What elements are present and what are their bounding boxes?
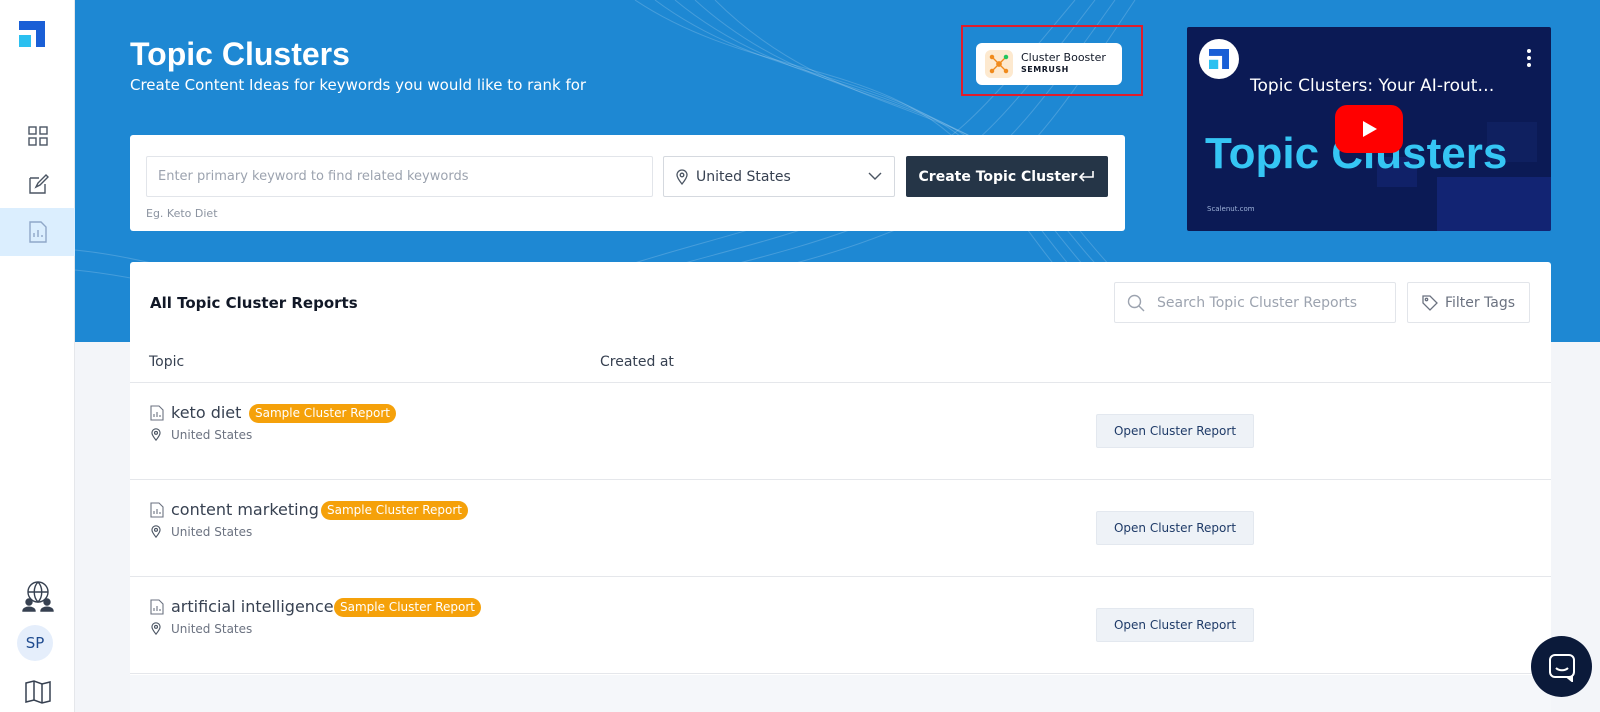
row-country: United States — [171, 525, 253, 539]
row-topic[interactable]: content marketing — [171, 500, 319, 519]
location-select[interactable]: United States — [663, 156, 895, 197]
open-cluster-report-button[interactable]: Open Cluster Report — [1096, 511, 1254, 545]
row-country: United States — [171, 428, 253, 442]
sidebar-item-topic-clusters[interactable] — [0, 208, 75, 256]
video-more-icon[interactable] — [1527, 49, 1531, 70]
location-pin-icon — [151, 525, 161, 538]
location-pin-icon — [676, 168, 688, 185]
table-footer-area — [130, 675, 1551, 712]
video-site-label: Scalenut.com — [1207, 205, 1255, 213]
location-pin-icon — [151, 622, 161, 635]
sidebar: SP — [0, 0, 75, 712]
search-icon — [1127, 294, 1145, 311]
document-chart-icon — [150, 599, 164, 615]
keyword-input-wrapper — [146, 156, 653, 197]
sample-badge: Sample Cluster Report — [321, 501, 468, 520]
semrush-brand-label: SEMRUSH — [1021, 65, 1069, 74]
report-icon — [28, 221, 47, 243]
play-icon — [1363, 121, 1377, 137]
create-cluster-card: Eg. Keto Diet United States Create Topic… — [130, 135, 1125, 231]
channel-logo-icon — [1209, 49, 1229, 69]
chevron-down-icon — [868, 172, 882, 180]
reports-panel: All Topic Cluster Reports Filter Tags To… — [130, 262, 1551, 712]
document-chart-icon — [150, 405, 164, 421]
video-title[interactable]: Topic Clusters: Your AI-rout… — [1250, 76, 1494, 96]
booster-name: Cluster Booster — [1021, 51, 1106, 64]
sidebar-item-guide[interactable] — [0, 668, 75, 712]
keyword-input[interactable] — [146, 156, 653, 197]
row-topic[interactable]: keto diet — [171, 403, 241, 422]
cluster-booster-button[interactable]: Cluster Booster SEMRUSH — [976, 43, 1122, 85]
document-chart-icon — [150, 502, 164, 518]
play-button[interactable] — [1335, 105, 1403, 153]
sample-badge: Sample Cluster Report — [334, 598, 481, 617]
location-pin-icon — [151, 428, 161, 441]
edit-icon — [28, 174, 49, 194]
reports-title: All Topic Cluster Reports — [150, 294, 358, 312]
sample-badge: Sample Cluster Report — [249, 404, 396, 423]
table-row: content marketing Sample Cluster Report … — [130, 480, 1551, 577]
chat-icon — [1548, 653, 1575, 682]
sidebar-item-dashboard[interactable] — [0, 112, 75, 160]
globe-users-icon — [21, 581, 54, 612]
location-value: United States — [696, 168, 791, 185]
column-header-topic[interactable]: Topic — [149, 354, 184, 370]
report-search-input[interactable] — [1157, 294, 1387, 311]
chat-support-button[interactable] — [1531, 636, 1592, 697]
tag-icon — [1422, 294, 1438, 311]
table-row: artificial intelligence Sample Cluster R… — [130, 577, 1551, 674]
video-embed[interactable]: Topic Clusters: Your AI-rout… Topic Clus… — [1187, 27, 1551, 231]
row-country: United States — [171, 622, 253, 636]
book-icon — [24, 680, 51, 704]
user-avatar[interactable]: SP — [17, 625, 53, 661]
enter-arrow-icon — [1079, 170, 1095, 182]
open-cluster-report-button[interactable]: Open Cluster Report — [1096, 414, 1254, 448]
create-button-label: Create Topic Cluster — [918, 168, 1078, 185]
page-title: Topic Clusters — [130, 36, 350, 72]
row-topic[interactable]: artificial intelligence — [171, 597, 334, 616]
column-header-created[interactable]: Created at — [600, 354, 674, 370]
app-logo-icon[interactable] — [19, 21, 45, 47]
create-topic-cluster-button[interactable]: Create Topic Cluster — [906, 156, 1108, 197]
report-search-box[interactable] — [1114, 282, 1396, 323]
channel-avatar[interactable] — [1199, 39, 1239, 79]
table-row: keto diet Sample Cluster Report United S… — [130, 383, 1551, 480]
filter-tags-button[interactable]: Filter Tags — [1407, 282, 1530, 323]
cluster-network-icon — [985, 50, 1013, 78]
grid-icon — [27, 126, 48, 146]
filter-tags-label: Filter Tags — [1444, 294, 1516, 311]
keyword-hint: Eg. Keto Diet — [146, 207, 218, 220]
user-initials: SP — [25, 634, 45, 652]
open-cluster-report-button[interactable]: Open Cluster Report — [1096, 608, 1254, 642]
sidebar-item-editor[interactable] — [0, 160, 75, 208]
page-subtitle: Create Content Ideas for keywords you wo… — [130, 76, 587, 94]
sidebar-item-community[interactable] — [0, 572, 75, 620]
